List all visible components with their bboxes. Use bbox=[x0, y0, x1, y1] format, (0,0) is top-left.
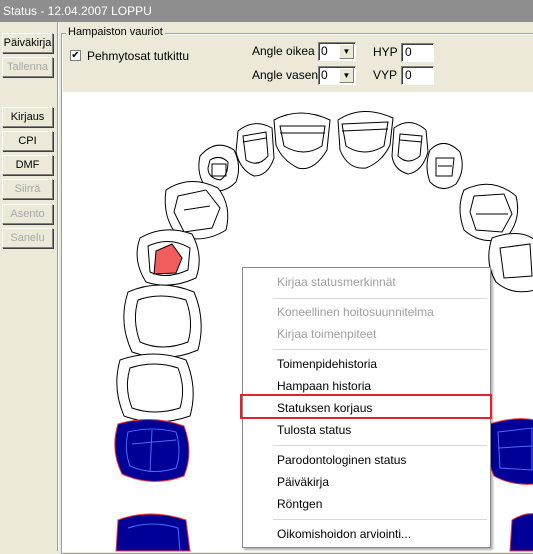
tooth-15[interactable] bbox=[136, 229, 200, 286]
tooth-22[interactable] bbox=[391, 122, 429, 175]
tooth-48[interactable] bbox=[115, 513, 191, 552]
chevron-down-icon[interactable]: ▼ bbox=[339, 44, 354, 59]
hyp-input[interactable]: 0 bbox=[401, 43, 434, 62]
asento-button[interactable]: Asento bbox=[2, 204, 53, 224]
tallenna-button[interactable]: Tallenna bbox=[2, 57, 53, 77]
chevron-down-icon[interactable]: ▼ bbox=[339, 68, 354, 83]
paivakirja-button[interactable]: Päiväkirja bbox=[2, 33, 53, 53]
tooth-28[interactable] bbox=[486, 418, 533, 485]
menu-item-rontgen[interactable]: Röntgen bbox=[277, 494, 487, 514]
hyp-label: HYP bbox=[373, 45, 398, 59]
tooth-11[interactable] bbox=[273, 112, 331, 170]
kirjaus-button[interactable]: Kirjaus bbox=[2, 107, 53, 127]
sanelu-button[interactable]: Sanelu bbox=[2, 228, 53, 248]
menu-item-parodontologinen-status[interactable]: Parodontologinen status bbox=[277, 450, 487, 470]
panel-divider bbox=[57, 22, 59, 551]
highlight-box bbox=[240, 394, 492, 419]
menu-item-oikomishoidon-arviointi[interactable]: Oikomishoidon arviointi... bbox=[277, 524, 487, 544]
angle-left-value: 0 bbox=[321, 68, 328, 82]
menu-item-koneellinen-hoitosuunnitelma[interactable]: Koneellinen hoitosuunnitelma bbox=[277, 302, 487, 322]
angle-right-select[interactable]: 0 ▼ bbox=[318, 42, 356, 61]
tooth-25[interactable] bbox=[488, 233, 533, 293]
angle-right-label: Angle oikea bbox=[252, 44, 315, 58]
soft-tissue-checkbox[interactable]: ✔ bbox=[70, 50, 81, 61]
menu-separator bbox=[273, 349, 487, 350]
tooth-18[interactable] bbox=[114, 418, 190, 483]
vyp-label: VYP bbox=[373, 68, 398, 82]
tooth-12[interactable] bbox=[235, 123, 275, 177]
group-legend: Hampaiston vauriot bbox=[66, 26, 165, 38]
tooth-16[interactable] bbox=[123, 284, 202, 359]
tooth-38[interactable] bbox=[509, 513, 533, 552]
tooth-17[interactable] bbox=[116, 353, 194, 423]
menu-item-kirjaa-statusmerkinnat[interactable]: Kirjaa statusmerkinnät bbox=[277, 272, 487, 292]
siirra-button[interactable]: Siirrä bbox=[2, 179, 53, 199]
menu-item-toimenpidehistoria[interactable]: Toimenpidehistoria bbox=[277, 354, 487, 374]
vyp-input[interactable]: 0 bbox=[401, 66, 434, 85]
menu-separator bbox=[273, 519, 487, 520]
window-title: Status - 12.04.2007 LOPPU bbox=[0, 0, 533, 22]
angle-left-label: Angle vasen bbox=[252, 68, 319, 82]
menu-separator bbox=[273, 445, 487, 446]
tooth-23[interactable] bbox=[426, 143, 463, 189]
menu-item-hampaan-historia[interactable]: Hampaan historia bbox=[277, 376, 487, 396]
menu-item-tulosta-status[interactable]: Tulosta status bbox=[277, 420, 487, 440]
angle-left-select[interactable]: 0 ▼ bbox=[318, 66, 356, 85]
soft-tissue-label: Pehmytosat tutkittu bbox=[87, 49, 190, 63]
angle-right-value: 0 bbox=[321, 44, 328, 58]
menu-item-kirjaa-toimenpiteet[interactable]: Kirjaa toimenpiteet bbox=[277, 324, 487, 344]
side-panel: Päiväkirja Tallenna Kirjaus CPI DMF Siir… bbox=[0, 22, 58, 551]
tooth-24[interactable] bbox=[459, 183, 519, 242]
menu-item-paivakirja[interactable]: Päiväkirja bbox=[277, 472, 487, 492]
tooth-21[interactable] bbox=[337, 111, 394, 169]
menu-separator bbox=[273, 298, 487, 299]
dmf-button[interactable]: DMF bbox=[2, 155, 53, 175]
cpi-button[interactable]: CPI bbox=[2, 131, 53, 151]
